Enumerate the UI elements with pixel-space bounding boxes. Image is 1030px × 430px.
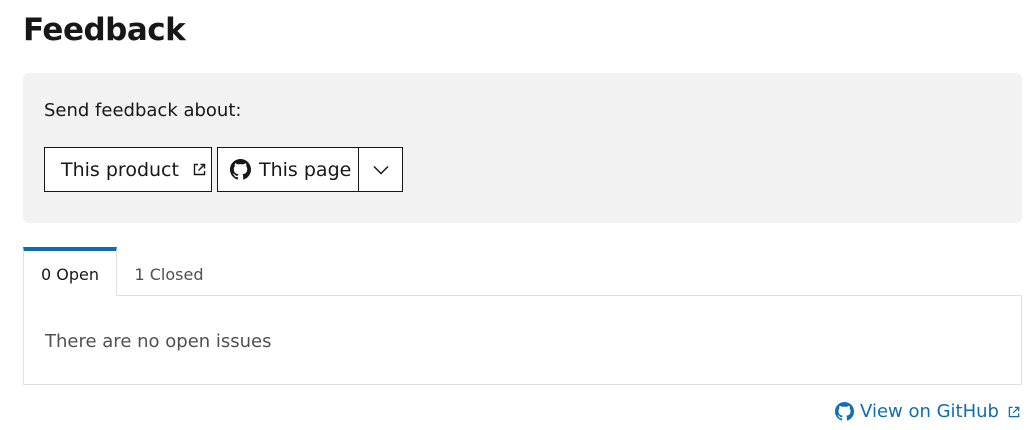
external-link-icon xyxy=(193,163,206,176)
issue-tabs: 0 Open 1 Closed xyxy=(23,247,1022,296)
feedback-page: Feedback Send feedback about: This produ… xyxy=(0,0,1030,430)
github-icon xyxy=(230,159,251,180)
tab-open-issues[interactable]: 0 Open xyxy=(23,247,117,296)
issues-list: There are no open issues xyxy=(23,295,1022,385)
external-link-icon xyxy=(1008,406,1020,418)
this-product-label: This product xyxy=(61,158,179,181)
this-product-button[interactable]: This product xyxy=(44,147,212,192)
empty-issues-message: There are no open issues xyxy=(45,331,272,352)
chevron-down-icon xyxy=(372,165,389,175)
send-feedback-label: Send feedback about: xyxy=(44,100,242,121)
feedback-panel: Send feedback about: This product This p… xyxy=(23,73,1022,223)
tab-connector xyxy=(24,295,116,297)
view-on-github-label: View on GitHub xyxy=(860,401,999,422)
view-on-github-link[interactable]: View on GitHub xyxy=(835,401,1020,422)
this-page-label: This page xyxy=(259,158,352,181)
feedback-options-dropdown[interactable] xyxy=(358,147,403,192)
github-icon xyxy=(835,402,855,421)
page-title: Feedback xyxy=(23,12,186,48)
this-page-button[interactable]: This page xyxy=(217,147,359,192)
tab-closed-issues[interactable]: 1 Closed xyxy=(117,247,221,296)
